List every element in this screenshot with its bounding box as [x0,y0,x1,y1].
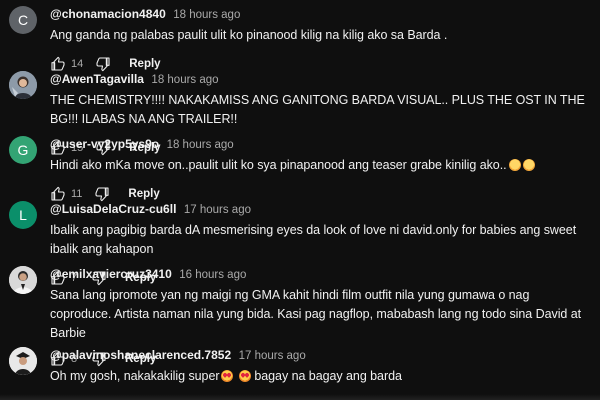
hugging-face-emoji [522,159,535,171]
avatar[interactable]: L [9,201,37,229]
avatar[interactable] [9,266,37,294]
scroll-fade [0,394,600,400]
profile-photo-icon [9,71,37,99]
like-icon[interactable] [50,186,66,202]
comment-timestamp[interactable]: 16 hours ago [179,269,246,281]
comments-section: C @chonamacion4840 18 hours ago Ang gand… [0,0,600,400]
like-count: 14 [71,58,84,70]
comment-text: THE CHEMISTRY!!!! NAKAKAMISS ANG GANITON… [50,93,585,126]
comment-timestamp[interactable]: 18 hours ago [151,74,218,86]
dislike-icon[interactable] [94,186,110,202]
avatar[interactable] [9,71,37,99]
dislike-icon[interactable] [95,56,111,72]
comment-author[interactable]: @palavinoshaneclarenced.7852 [50,348,231,362]
heart-eyes-emoji [221,370,234,382]
profile-photo-icon [9,266,37,294]
reply-button[interactable]: Reply [122,186,165,202]
comment-author[interactable]: @user-vy2yp5ys9o [50,137,159,151]
hugging-face-emoji [508,159,521,171]
comment-text: Ibalik ang pagibig barda dA mesmerising … [50,223,577,256]
avatar[interactable]: G [9,136,37,164]
comment-text: Sana lang ipromote yan ng maigi ng GMA k… [50,288,582,340]
comment-timestamp[interactable]: 17 hours ago [184,204,251,216]
avatar[interactable]: C [9,6,37,34]
comment-text: Oh my gosh, nakakakilig super bagay na b… [50,369,402,383]
comment-text: Hindi ako mKa move on..paulit ulit ko sy… [50,156,592,175]
profile-photo-icon [9,347,37,375]
comment-timestamp[interactable]: 18 hours ago [167,139,234,151]
comment-timestamp[interactable]: 18 hours ago [173,9,240,21]
comment-author[interactable]: @emilxaviercruz3410 [50,267,172,281]
comment-author[interactable]: @LuisaDelaCruz-cu6ll [50,202,176,216]
comment-author[interactable]: @AwenTagavilla [50,72,144,86]
avatar[interactable] [9,347,37,375]
comment-text: Ang ganda ng palabas paulit ulit ko pina… [50,28,448,42]
comment-author[interactable]: @chonamacion4840 [50,7,166,21]
comment-timestamp[interactable]: 17 hours ago [239,350,306,362]
heart-eyes-emoji [238,370,251,382]
like-count: 11 [71,188,83,200]
like-icon[interactable] [50,56,66,72]
